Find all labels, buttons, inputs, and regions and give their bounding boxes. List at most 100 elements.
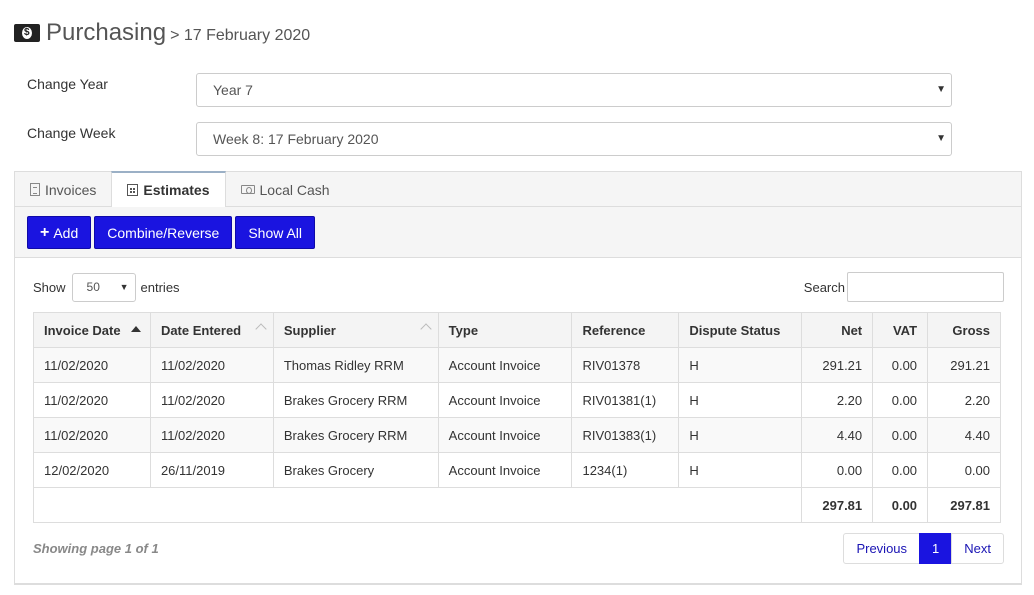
change-week-select[interactable]: Week 8: 17 February 2020 ▼ bbox=[196, 122, 952, 156]
chevron-down-icon: ▼ bbox=[936, 84, 946, 95]
column-header-label: Net bbox=[841, 322, 863, 338]
cell-gross: 0.00 bbox=[927, 452, 1001, 488]
table-header-row: Invoice Date Date Entered Supplier Type … bbox=[33, 312, 1001, 348]
next-page-button[interactable]: Next bbox=[951, 533, 1004, 564]
add-button-label: Add bbox=[53, 224, 79, 241]
column-header-gross[interactable]: Gross bbox=[927, 312, 1001, 348]
column-header-label: Reference bbox=[582, 322, 646, 338]
column-header-net[interactable]: Net bbox=[801, 312, 874, 348]
totals-row: 297.81 0.00 297.81 bbox=[32, 487, 1001, 523]
cell-vat: 0.00 bbox=[872, 417, 929, 453]
total-gross: 297.81 bbox=[927, 487, 1001, 523]
column-header-label: Dispute Status bbox=[689, 322, 781, 338]
page-title: Purchasing bbox=[46, 19, 167, 46]
search-label: Search bbox=[803, 279, 845, 295]
change-week-label: Change Week bbox=[27, 125, 116, 141]
cell-supplier: Brakes Grocery RRM bbox=[272, 382, 439, 418]
sort-icon bbox=[420, 323, 432, 335]
cell-invoice-date: 11/02/2020 bbox=[33, 382, 151, 418]
cell-invoice-date: 12/02/2020 bbox=[33, 452, 151, 488]
total-net: 297.81 bbox=[801, 487, 874, 523]
page-subtitle: > 17 February 2020 bbox=[170, 26, 311, 44]
cell-dispute-status: H bbox=[678, 417, 803, 453]
column-header-dispute-status[interactable]: Dispute Status bbox=[678, 312, 803, 348]
cash-icon bbox=[240, 185, 255, 194]
estimates-table: Invoice Date Date Entered Supplier Type … bbox=[32, 312, 1001, 523]
cell-reference: RIV01381(1) bbox=[571, 382, 680, 418]
cell-net: 4.40 bbox=[801, 417, 874, 453]
cell-supplier: Brakes Grocery bbox=[272, 452, 439, 488]
column-header-reference[interactable]: Reference bbox=[571, 312, 680, 348]
cell-net: 291.21 bbox=[801, 347, 874, 383]
cell-vat: 0.00 bbox=[872, 382, 929, 418]
show-all-label: Show All bbox=[248, 224, 303, 241]
entries-length: Show 50 ▼ entries bbox=[33, 272, 180, 302]
cell-date-entered: 11/02/2020 bbox=[149, 347, 274, 383]
table-row[interactable]: 11/02/2020 11/02/2020 Brakes Grocery RRM… bbox=[33, 382, 1001, 418]
add-button[interactable]: + Add bbox=[27, 216, 92, 249]
cell-invoice-date: 11/02/2020 bbox=[33, 417, 151, 453]
column-header-type[interactable]: Type bbox=[437, 312, 573, 348]
table-row[interactable]: 12/02/2020 26/11/2019 Brakes Grocery Acc… bbox=[33, 452, 1001, 488]
combine-reverse-label: Combine/Reverse bbox=[107, 224, 220, 241]
pagination: Previous 1 Next bbox=[843, 533, 1004, 564]
sort-ascending-icon bbox=[130, 326, 141, 332]
column-header-label: Type bbox=[448, 322, 479, 338]
page-1-button[interactable]: 1 bbox=[919, 533, 953, 564]
cell-date-entered: 11/02/2020 bbox=[149, 382, 274, 418]
cell-reference: RIV01378 bbox=[571, 347, 680, 383]
totals-spacer bbox=[32, 487, 803, 523]
tab-local-cash-label: Local Cash bbox=[259, 181, 330, 198]
column-header-vat[interactable]: VAT bbox=[872, 312, 929, 348]
search-input[interactable] bbox=[847, 272, 1004, 302]
column-header-supplier[interactable]: Supplier bbox=[272, 312, 439, 348]
entries-select[interactable]: 50 ▼ bbox=[71, 272, 136, 302]
cell-date-entered: 26/11/2019 bbox=[149, 452, 274, 488]
change-year-row: Change Year Year 7 ▼ bbox=[27, 73, 952, 107]
show-all-button[interactable]: Show All bbox=[235, 216, 316, 249]
money-icon bbox=[14, 24, 40, 42]
change-year-value: Year 7 bbox=[213, 82, 253, 98]
cell-type: Account Invoice bbox=[437, 452, 573, 488]
tab-invoices[interactable]: Invoices bbox=[15, 172, 111, 207]
table-row[interactable]: 11/02/2020 11/02/2020 Thomas Ridley RRM … bbox=[33, 347, 1001, 383]
change-year-select[interactable]: Year 7 ▼ bbox=[196, 73, 952, 107]
calculator-icon bbox=[127, 184, 139, 196]
toolbar: + Add Combine/Reverse Show All bbox=[15, 207, 1021, 258]
combine-reverse-button[interactable]: Combine/Reverse bbox=[94, 216, 233, 249]
document-icon bbox=[30, 183, 40, 196]
change-year-label: Change Year bbox=[27, 76, 108, 92]
total-vat: 0.00 bbox=[872, 487, 929, 523]
table-info: Showing page 1 of 1 bbox=[33, 541, 159, 556]
column-header-label: Supplier bbox=[283, 322, 336, 338]
change-week-value: Week 8: 17 February 2020 bbox=[213, 131, 379, 147]
column-header-date-entered[interactable]: Date Entered bbox=[149, 312, 274, 348]
cell-net: 2.20 bbox=[801, 382, 874, 418]
cell-dispute-status: H bbox=[678, 347, 803, 383]
cell-net: 0.00 bbox=[801, 452, 874, 488]
tab-local-cash[interactable]: Local Cash bbox=[226, 172, 345, 207]
cell-vat: 0.00 bbox=[872, 452, 929, 488]
cell-type: Account Invoice bbox=[437, 382, 573, 418]
entries-label: entries bbox=[140, 279, 180, 295]
cell-supplier: Thomas Ridley RRM bbox=[272, 347, 439, 383]
previous-page-button[interactable]: Previous bbox=[843, 533, 921, 564]
cell-date-entered: 11/02/2020 bbox=[149, 417, 274, 453]
page-header: Purchasing > 17 February 2020 bbox=[14, 16, 310, 50]
column-header-invoice-date[interactable]: Invoice Date bbox=[33, 312, 151, 348]
column-header-label: Date Entered bbox=[160, 322, 242, 338]
column-header-label: Invoice Date bbox=[44, 322, 121, 338]
cell-reference: 1234(1) bbox=[571, 452, 680, 488]
chevron-down-icon: ▼ bbox=[936, 133, 946, 144]
change-week-row: Change Week Week 8: 17 February 2020 ▼ bbox=[27, 122, 952, 156]
show-label: Show bbox=[33, 279, 66, 295]
table-row[interactable]: 11/02/2020 11/02/2020 Brakes Grocery RRM… bbox=[33, 417, 1001, 453]
plus-icon: + bbox=[40, 223, 50, 241]
sort-icon bbox=[255, 323, 267, 335]
column-header-label: Gross bbox=[952, 322, 990, 338]
tab-estimates[interactable]: Estimates bbox=[111, 171, 226, 207]
cell-vat: 0.00 bbox=[872, 347, 929, 383]
cell-reference: RIV01383(1) bbox=[571, 417, 680, 453]
cell-dispute-status: H bbox=[678, 382, 803, 418]
purchasing-panel: Invoices Estimates Local Cash + Add Comb… bbox=[14, 171, 1022, 585]
